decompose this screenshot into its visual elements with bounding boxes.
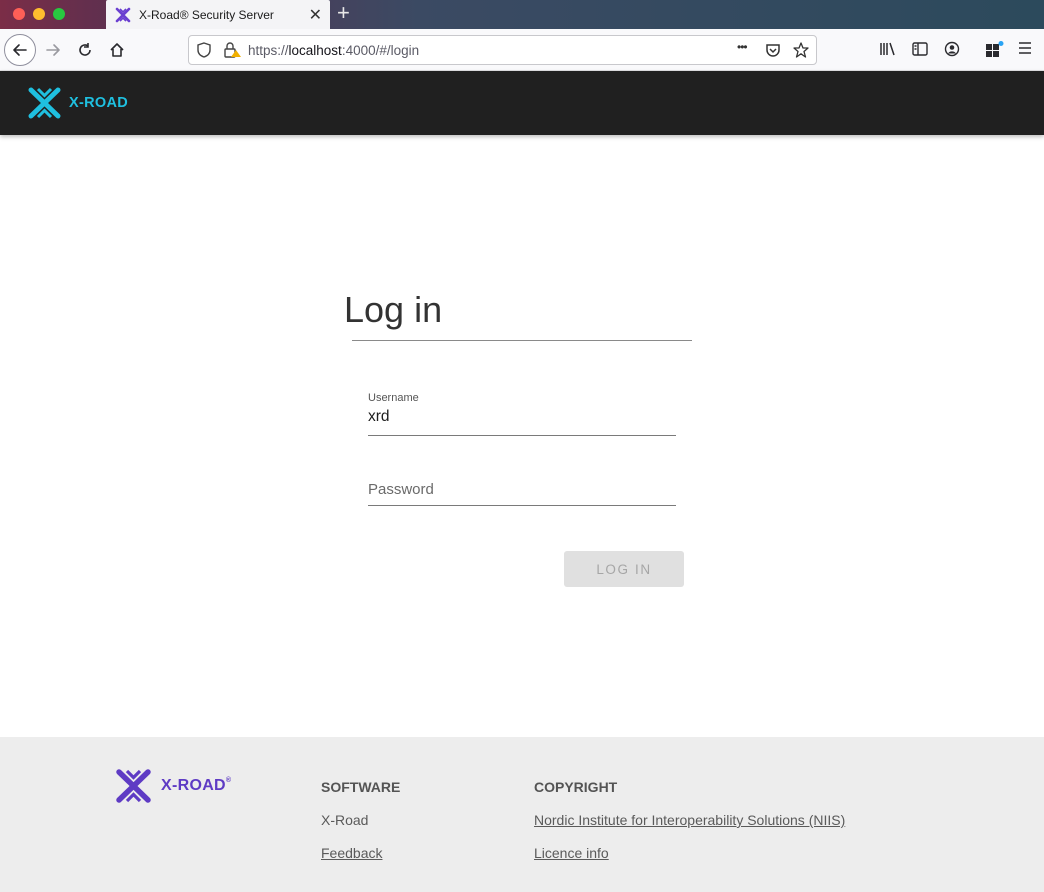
insecure-lock-icon[interactable] <box>224 42 242 61</box>
footer-brand-name: X-ROAD® <box>161 777 232 794</box>
software-heading: SOFTWARE <box>321 779 401 795</box>
xroad-footer-logo-icon <box>116 769 151 803</box>
password-field[interactable] <box>368 478 676 506</box>
close-window-button[interactable] <box>13 8 25 20</box>
footer-link-xroad[interactable]: X-Road <box>321 812 368 828</box>
home-icon[interactable] <box>102 35 132 65</box>
xroad-logo-icon <box>28 87 61 119</box>
account-icon[interactable] <box>944 41 960 61</box>
shield-icon[interactable] <box>197 42 211 61</box>
menu-hamburger-icon[interactable] <box>1018 41 1032 59</box>
new-tab-button[interactable]: + <box>337 1 350 25</box>
tab-title: X-Road® Security Server <box>139 7 274 22</box>
xroad-header-logo[interactable]: X-ROAD <box>28 87 128 119</box>
username-field[interactable]: Username xrd <box>368 392 676 436</box>
minimize-window-button[interactable] <box>33 8 45 20</box>
title-divider <box>352 340 692 341</box>
back-icon[interactable] <box>4 34 36 66</box>
pocket-icon[interactable] <box>765 42 781 61</box>
app-header: X-ROAD <box>0 71 1044 135</box>
footer-link-licence[interactable]: Licence info <box>534 845 609 861</box>
password-input[interactable] <box>368 481 676 498</box>
page-actions-icon[interactable]: ••• <box>737 40 748 54</box>
forward-icon[interactable] <box>38 35 68 65</box>
username-input[interactable]: xrd <box>368 408 676 426</box>
registered-mark: ® <box>225 777 232 784</box>
bookmark-star-icon[interactable] <box>793 42 809 61</box>
extensions-icon[interactable] <box>985 41 1005 63</box>
username-label: Username <box>368 392 419 404</box>
footer-link-feedback[interactable]: Feedback <box>321 845 382 861</box>
footer-link-niis[interactable]: Nordic Institute for Interoperability So… <box>534 812 845 828</box>
close-tab-icon[interactable]: ✕ <box>309 5 322 25</box>
copyright-heading: COPYRIGHT <box>534 779 618 795</box>
browser-nav-bar: https://localhost:4000/#/login ••• <box>0 29 1044 71</box>
maximize-window-button[interactable] <box>53 8 65 20</box>
sidebar-icon[interactable] <box>912 41 928 61</box>
footer: X-ROAD® SOFTWARE X-Road Feedback COPYRIG… <box>0 737 1044 892</box>
library-icon[interactable] <box>879 41 897 61</box>
url-text[interactable]: https://localhost:4000/#/login <box>248 43 419 58</box>
url-bar[interactable]: https://localhost:4000/#/login ••• <box>188 35 817 65</box>
browser-tab[interactable]: X-Road® Security Server ✕ <box>106 0 330 29</box>
brand-name: X-ROAD <box>69 95 128 111</box>
xroad-favicon-icon <box>115 7 131 23</box>
page-title: Log in <box>344 289 443 330</box>
footer-logo[interactable]: X-ROAD® <box>116 769 231 803</box>
login-button[interactable]: LOG IN <box>564 551 684 587</box>
browser-tab-bar: X-Road® Security Server ✕ + <box>0 0 1044 29</box>
reload-icon[interactable] <box>70 35 100 65</box>
